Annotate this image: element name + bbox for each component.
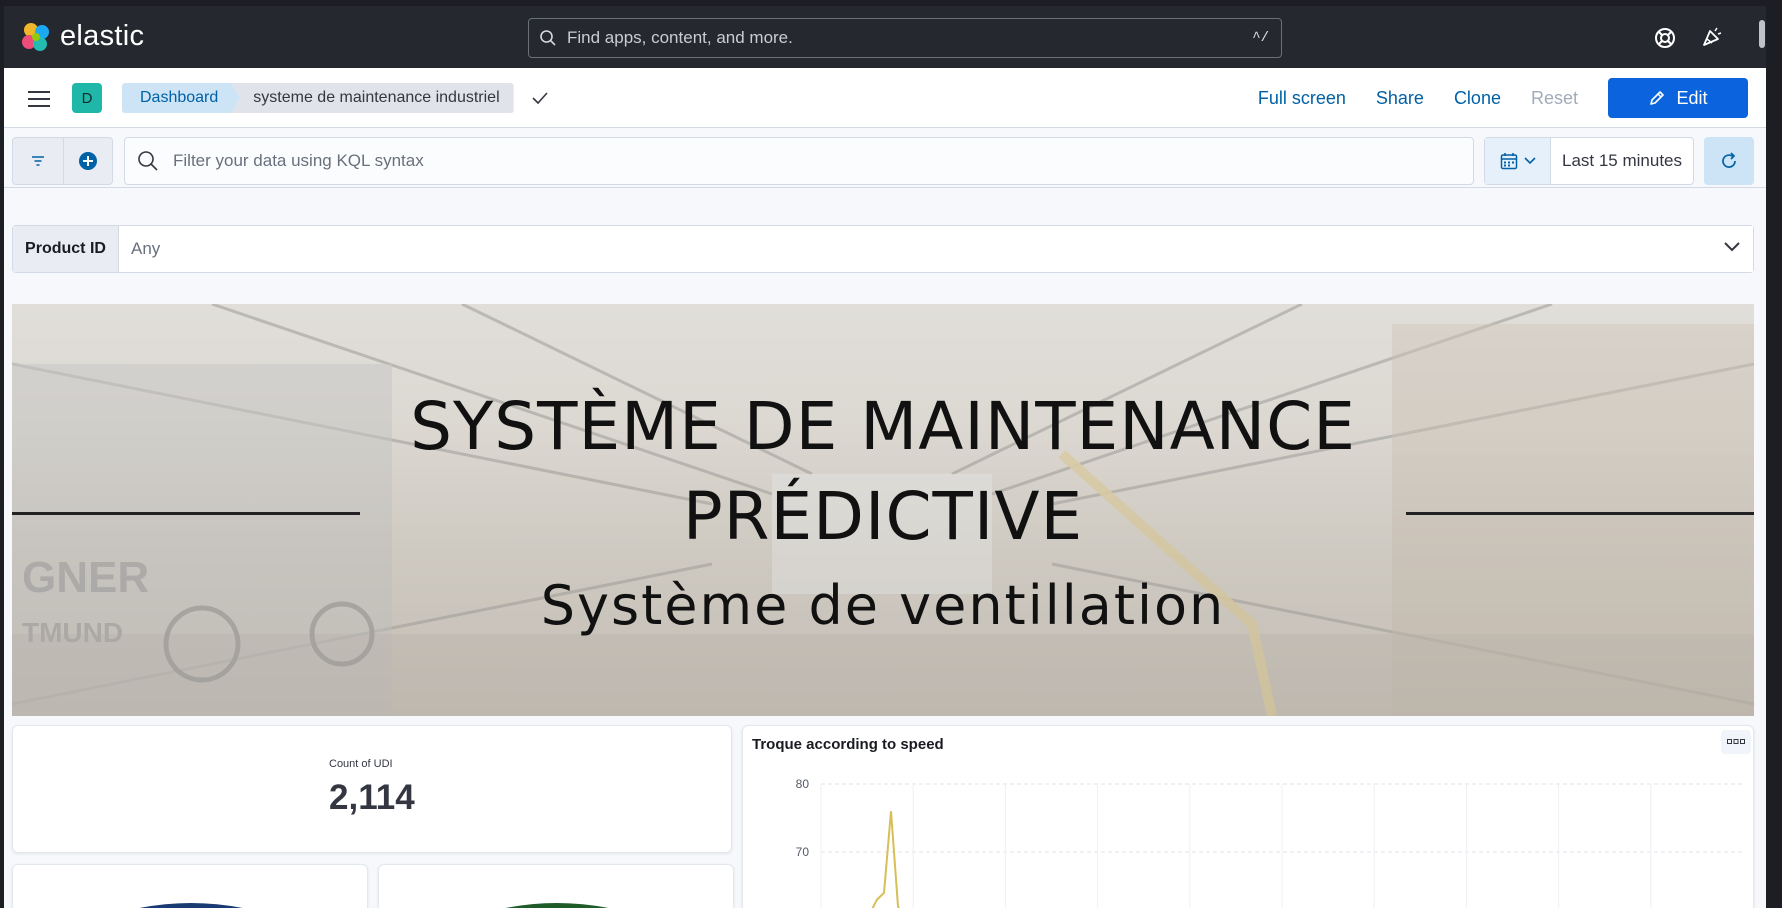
quick-select-button[interactable] <box>1485 138 1551 184</box>
browser-window: elastic Find apps, content, and more. ^/ <box>4 6 1766 908</box>
help-lifebuoy-icon[interactable] <box>1654 27 1676 49</box>
banner-subtitle: Système de ventillation <box>540 574 1226 637</box>
check-icon[interactable] <box>532 92 548 104</box>
chart-panel: Troque according to speed 80 70 <box>742 725 1754 908</box>
newsfeed-cheer-icon[interactable] <box>1700 25 1724 49</box>
scrollbar-thumb[interactable] <box>1759 20 1765 48</box>
full-screen-button[interactable]: Full screen <box>1258 88 1346 109</box>
refresh-icon <box>1722 152 1736 168</box>
gauge-panel-1 <box>12 864 368 908</box>
metric-panel: Count of UDI 2,114 <box>12 725 732 853</box>
global-search-input[interactable]: Find apps, content, and more. ^/ <box>528 18 1282 58</box>
breadcrumb-current-dashboard: systeme de maintenance industriel <box>231 83 514 113</box>
clone-button[interactable]: Clone <box>1454 88 1501 109</box>
refresh-button[interactable] <box>1704 137 1754 185</box>
share-button[interactable]: Share <box>1376 88 1424 109</box>
edit-button[interactable]: Edit <box>1608 78 1748 118</box>
banner-title: SYSTÈME DE MAINTENANCE PRÉDICTIVE <box>12 382 1754 562</box>
breadcrumb-dashboard[interactable]: Dashboard <box>122 83 240 113</box>
filter-button-group <box>12 137 113 185</box>
pencil-icon <box>1650 91 1665 105</box>
control-label: Product ID <box>13 226 119 272</box>
elastic-logo-icon <box>22 22 49 51</box>
chevron-down-icon <box>1523 157 1536 165</box>
kql-search-input[interactable]: Filter your data using KQL syntax <box>124 137 1474 185</box>
query-bar: Filter your data using KQL syntax Last 1… <box>4 128 1766 188</box>
time-range-button[interactable]: Last 15 minutes <box>1551 138 1693 184</box>
keyboard-shortcut: ^/ <box>1252 30 1269 46</box>
global-header: elastic Find apps, content, and more. ^/ <box>4 6 1766 68</box>
header-banner-panel: GNER TMUND SYSTÈME DE MAINTENANCE PRÉDIC… <box>12 304 1754 716</box>
time-picker: Last 15 minutes <box>1484 137 1694 185</box>
filter-menu-button[interactable] <box>13 138 63 184</box>
banner-title-line1: SYSTÈME DE MAINTENANCE <box>410 388 1356 465</box>
logo-text: elastic <box>60 20 145 52</box>
search-icon <box>540 30 556 46</box>
gauge-panel-2 <box>378 864 734 908</box>
global-search-placeholder: Find apps, content, and more. <box>567 28 793 47</box>
metric-value: 2,114 <box>329 778 415 817</box>
menu-hamburger-icon[interactable] <box>28 90 50 108</box>
space-avatar[interactable]: D <box>72 83 102 113</box>
series-line[interactable] <box>863 811 905 908</box>
gauge-arc-blue <box>139 903 243 908</box>
breadcrumb: Dashboard systeme de maintenance industr… <box>122 83 514 113</box>
kql-placeholder: Filter your data using KQL syntax <box>173 151 424 170</box>
dashboard-actions: Full screen Share Clone Reset Edit <box>1258 68 1766 128</box>
reset-button[interactable]: Reset <box>1531 88 1578 109</box>
filter-icon <box>31 156 44 166</box>
add-filter-button[interactable] <box>62 138 113 184</box>
calendar-icon <box>1500 153 1517 170</box>
edit-button-label: Edit <box>1676 87 1708 108</box>
line-chart[interactable]: 80 70 <box>743 726 1754 908</box>
metric-label: Count of UDI <box>329 758 393 770</box>
app-header: D Dashboard systeme de maintenance indus… <box>4 68 1766 128</box>
elastic-logo[interactable]: elastic <box>20 20 144 53</box>
product-id-control[interactable]: Product ID Any <box>12 225 1754 273</box>
y-tick-label: 80 <box>796 777 810 791</box>
banner-title-line2: PRÉDICTIVE <box>682 478 1084 555</box>
control-value: Any <box>119 226 1753 272</box>
search-icon <box>138 151 158 171</box>
plus-circle-icon <box>78 152 97 170</box>
chevron-down-icon[interactable] <box>1723 241 1741 253</box>
y-tick-label: 70 <box>796 845 810 859</box>
gauge-arc-green <box>505 903 609 908</box>
